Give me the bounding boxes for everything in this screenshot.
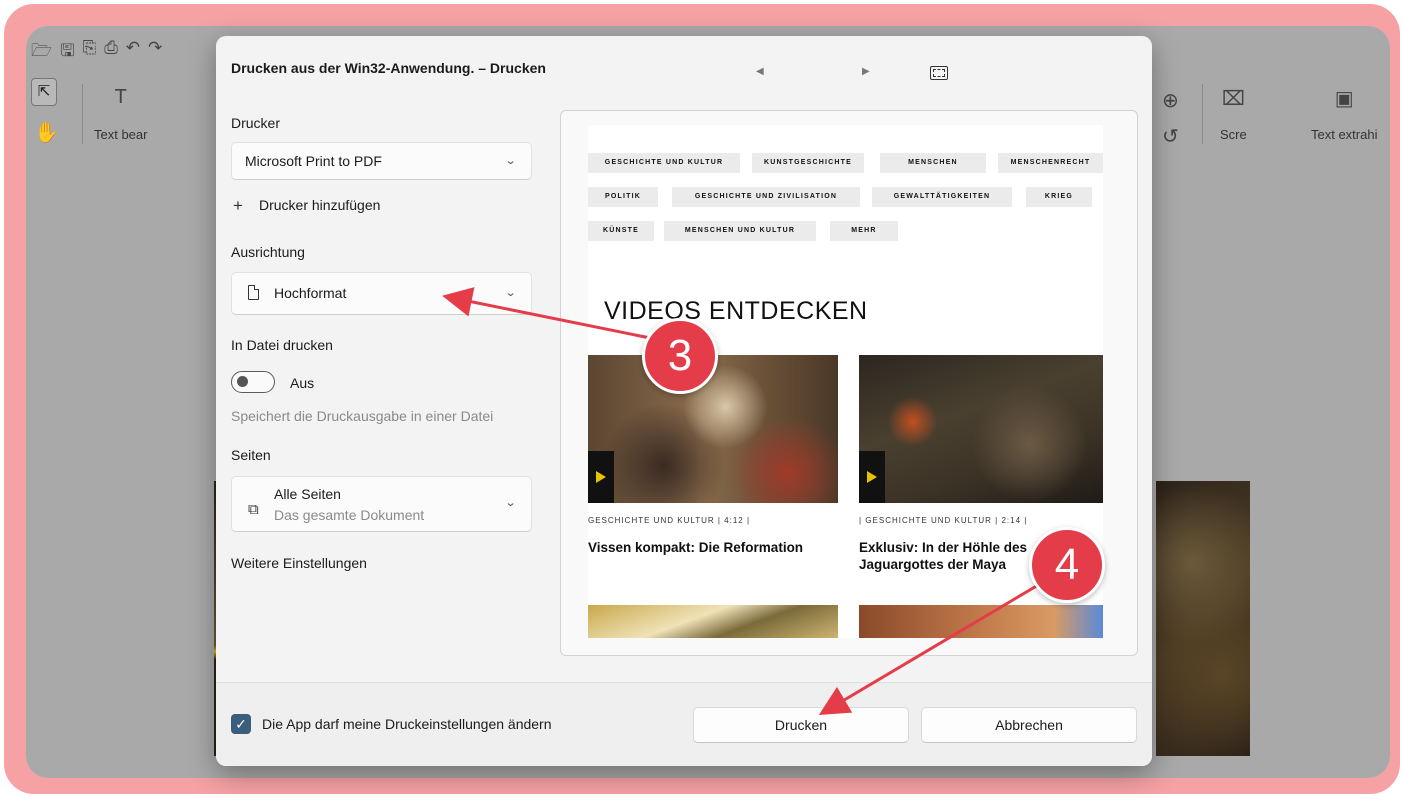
annotation-arrows <box>442 287 1051 716</box>
arrow-to-print-button <box>818 576 1051 716</box>
step-4-badge: 4 <box>1029 527 1105 603</box>
arrow-to-orientation <box>442 287 661 342</box>
step-3-badge: 3 <box>642 318 718 394</box>
